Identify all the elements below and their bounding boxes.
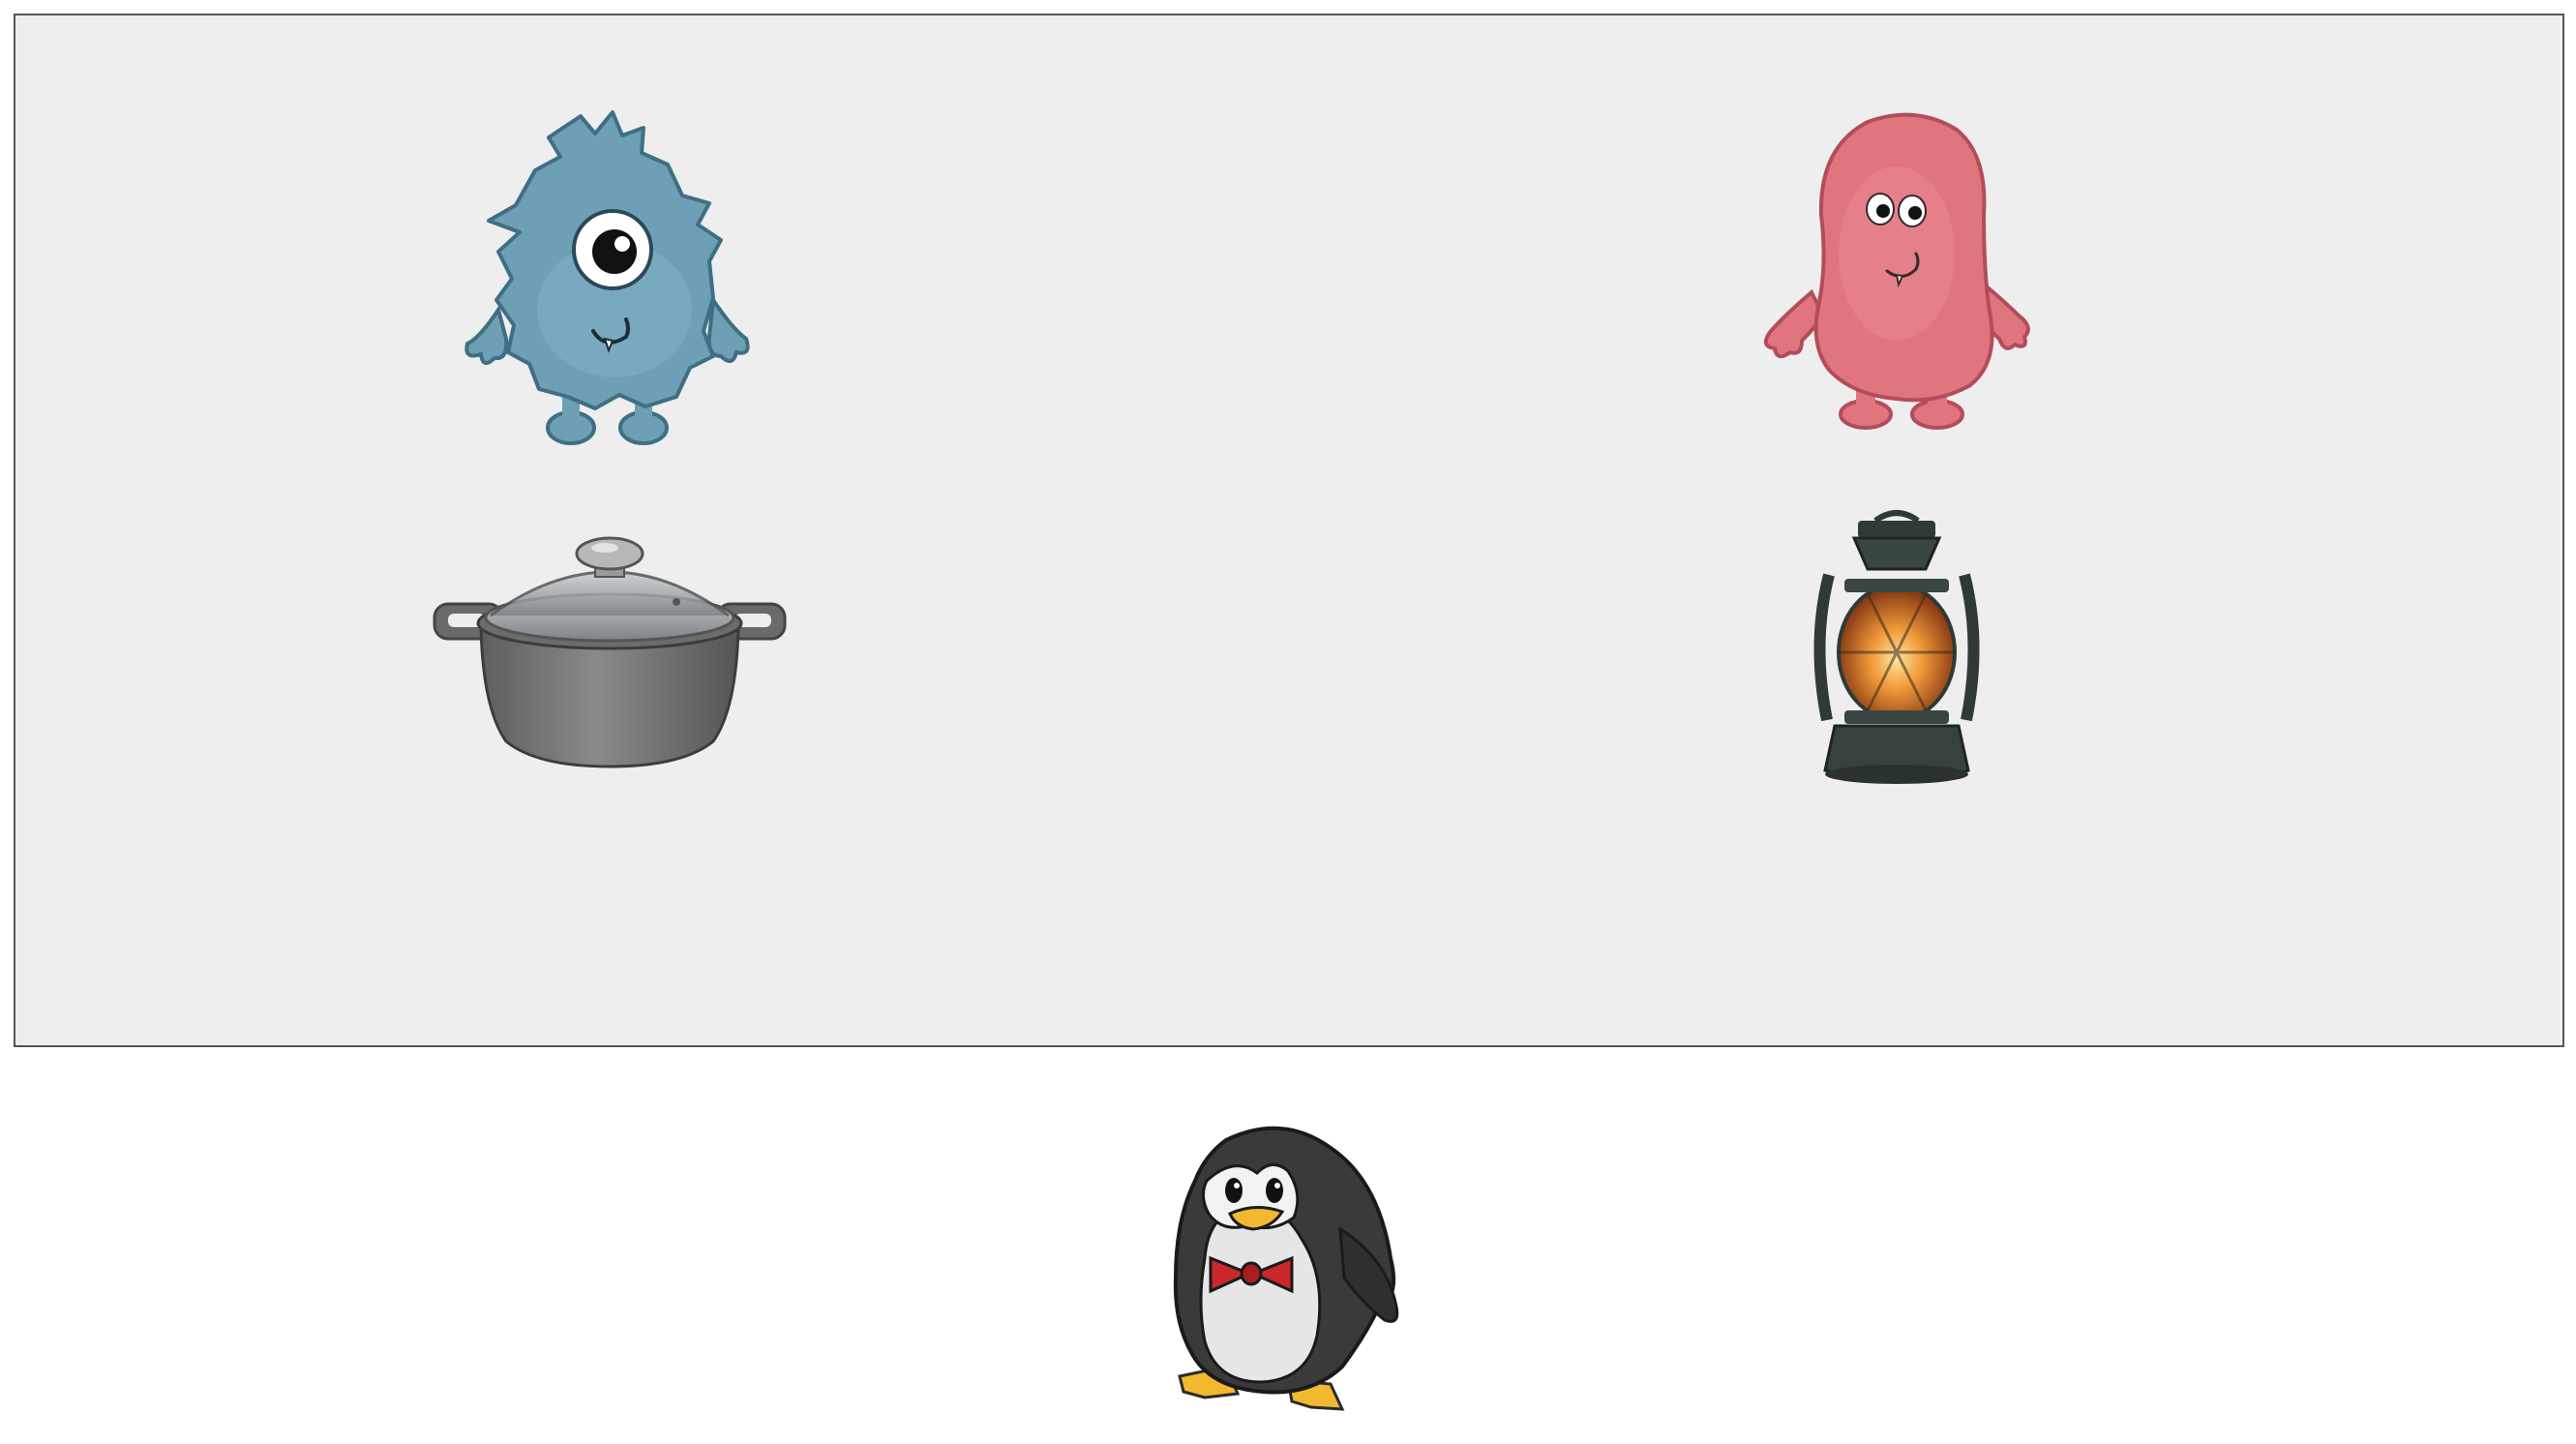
sprite-board: [14, 14, 2564, 1047]
pink-monster-icon: [1763, 112, 2030, 430]
lantern-icon: [1813, 510, 1980, 784]
penguin-sprite[interactable]: [1137, 1113, 1437, 1423]
lantern-sprite[interactable]: [1800, 507, 1993, 790]
stage: [0, 0, 2576, 1444]
pot-sprite[interactable]: [431, 534, 789, 774]
pot-icon: [433, 536, 787, 768]
penguin-icon: [1173, 1126, 1399, 1411]
blue-monster-sprite[interactable]: [460, 106, 760, 455]
pink-monster-sprite[interactable]: [1752, 108, 2042, 437]
blue-monster-icon: [464, 110, 750, 445]
